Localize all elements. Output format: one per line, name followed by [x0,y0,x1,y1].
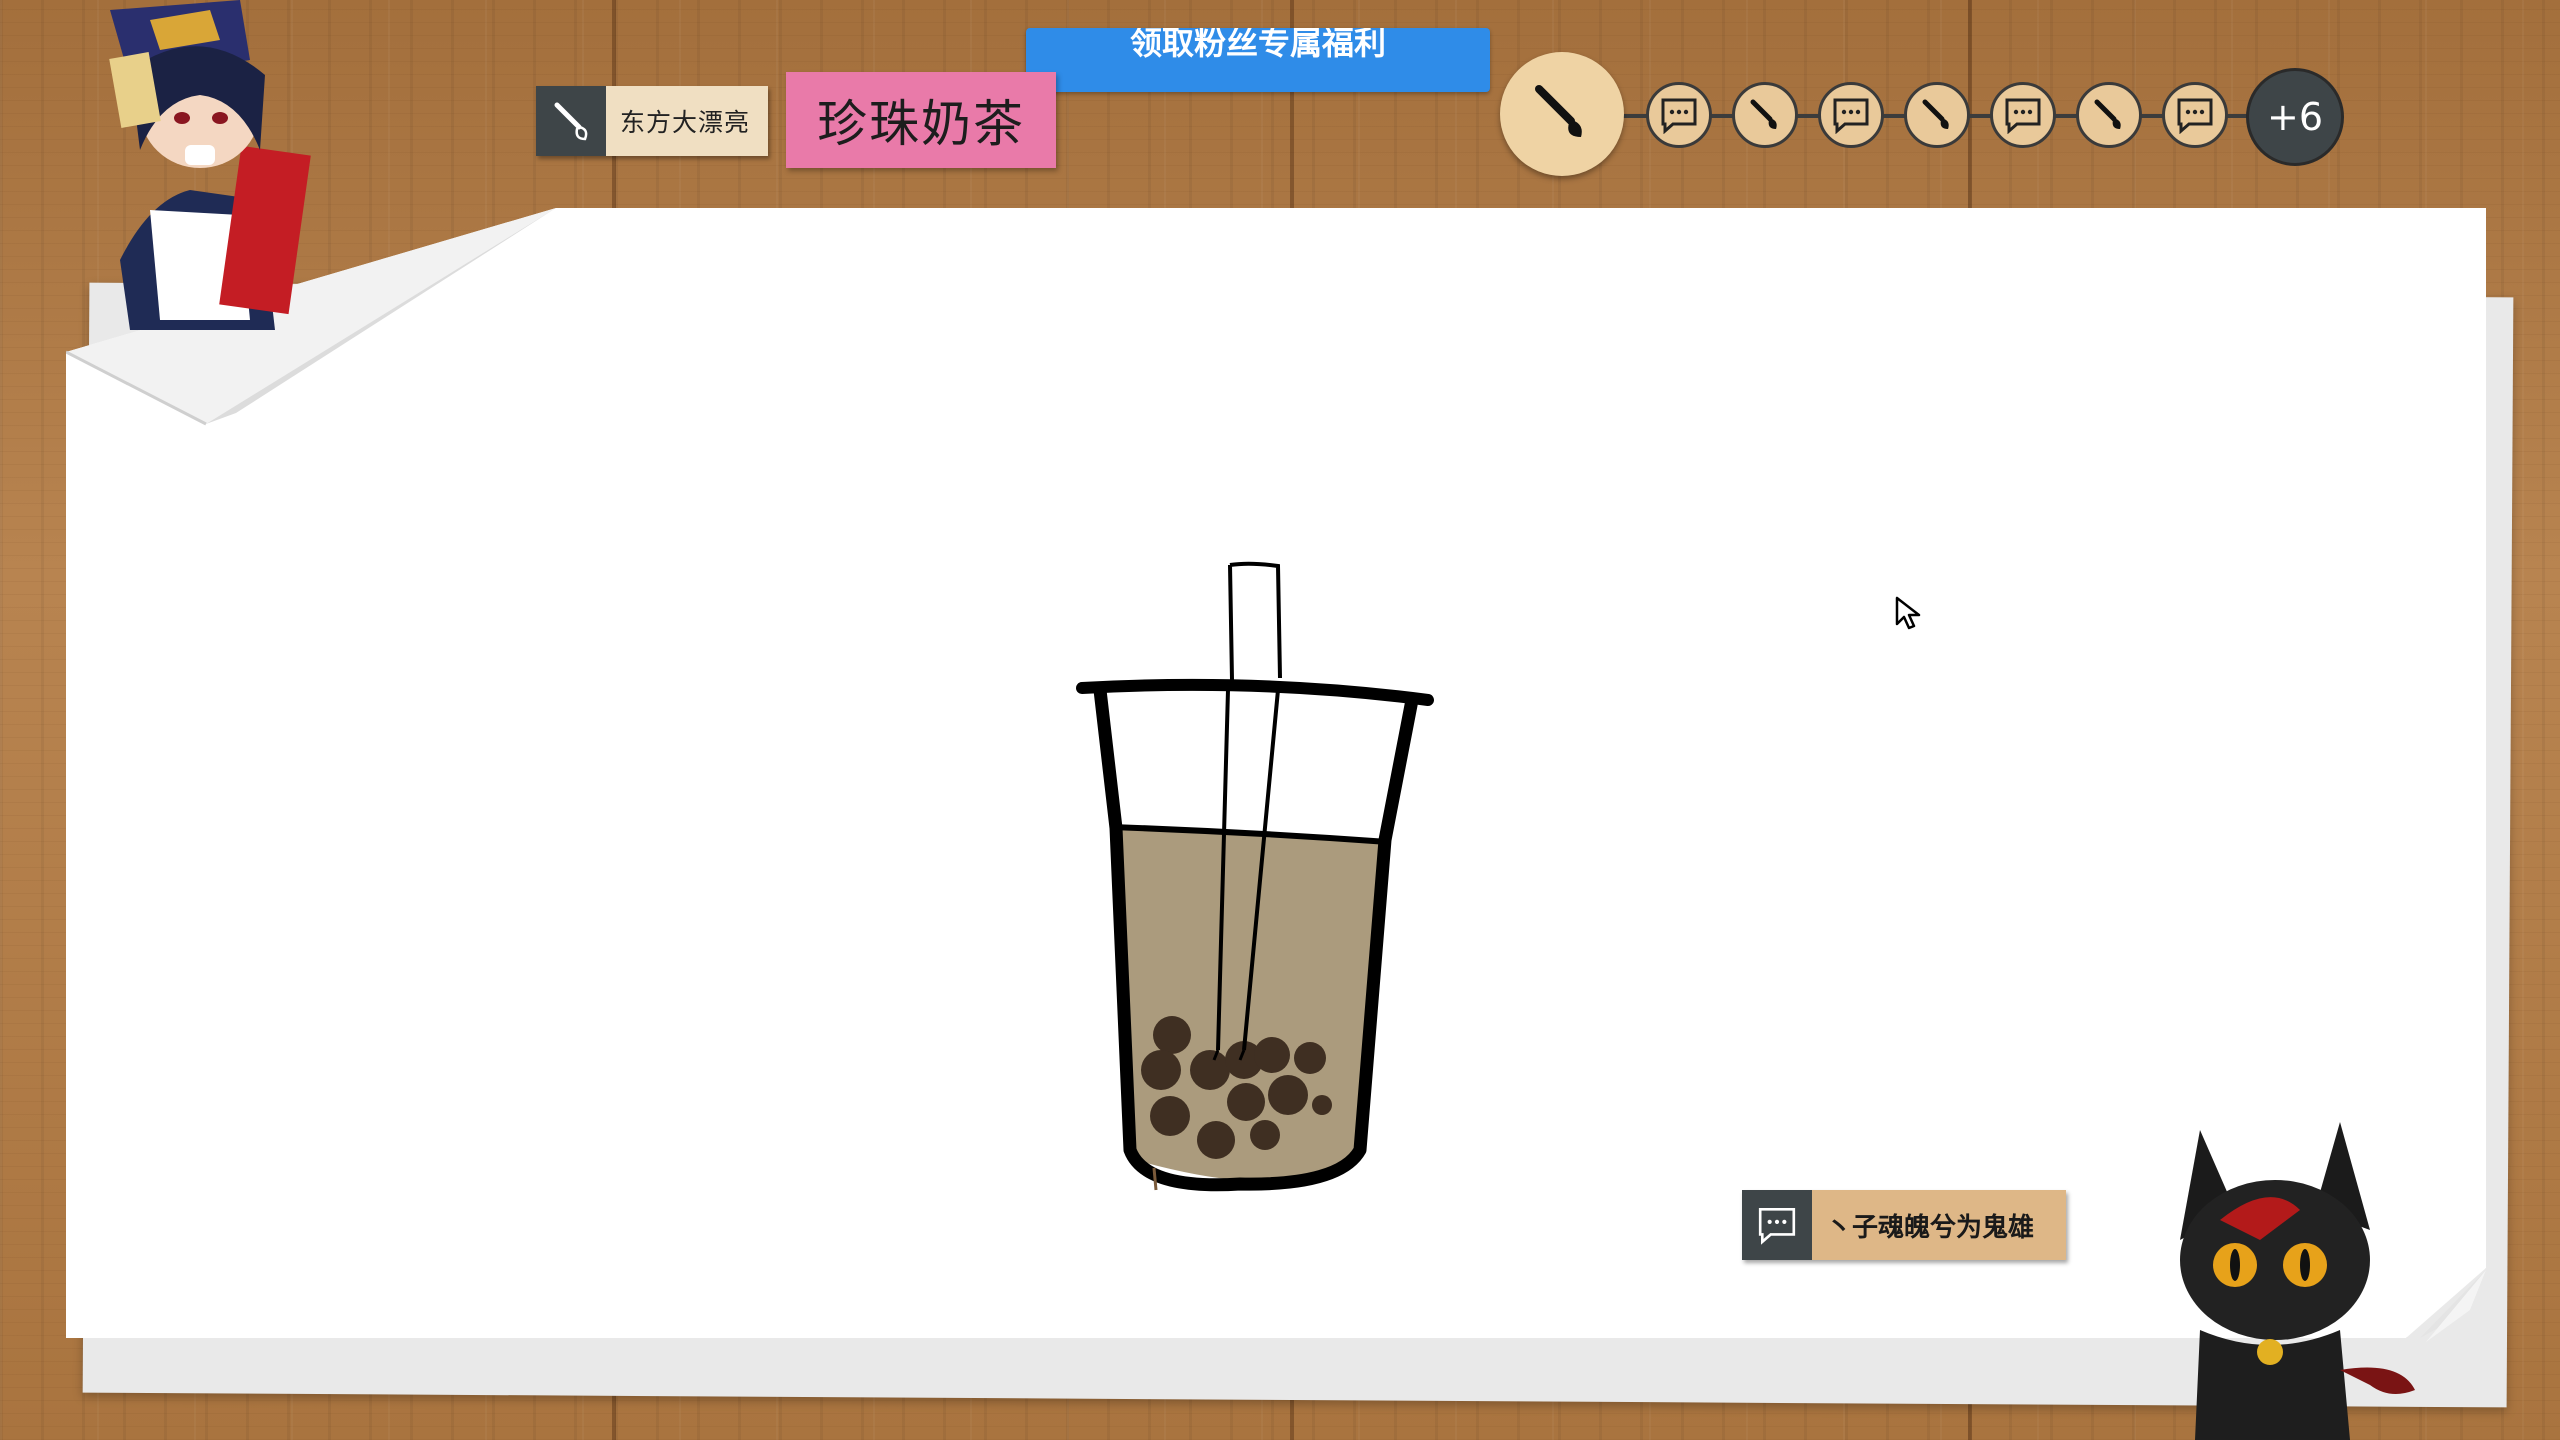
turn-token-brush [1732,82,1798,148]
turn-token-chat [2162,82,2228,148]
turn-token-chat [1818,82,1884,148]
answer-word-tag: 珍珠奶茶 [786,72,1056,168]
turn-token-brush [2076,82,2142,148]
chat-icon [1661,98,1697,134]
turn-token-brush [1904,82,1970,148]
more-players-button[interactable]: +6 [2246,68,2344,166]
brush-icon [2094,99,2121,129]
brush-icon [1750,99,1777,129]
black-cat-character [2180,1122,2415,1440]
chat-icon [1742,1190,1812,1260]
chat-message-text: 丶子魂魄兮为鬼雄 [1812,1190,2066,1260]
chat-message-bubble: 丶子魂魄兮为鬼雄 [1742,1190,2066,1260]
current-turn-brush-token [1500,52,1624,176]
chat-icon [1833,98,1869,134]
judge-character-avatar [109,0,311,330]
chat-icon [2005,98,2041,134]
brush-icon [536,86,606,156]
turn-token-chat [1990,82,2056,148]
brush-icon [1922,99,1949,129]
brush-icon [1535,85,1582,137]
current-artist-tag: 东方大漂亮 [536,86,768,156]
fan-benefits-banner[interactable]: 领取粉丝专属福利 [1026,28,1490,92]
bubble-tea-drawing [1076,561,1434,1192]
chat-icon [2177,98,2213,134]
mouse-cursor-icon [1895,596,1921,630]
fan-benefits-text: 领取粉丝专属福利 [1129,28,1386,62]
artist-name: 东方大漂亮 [606,86,768,156]
turn-token-chat [1646,82,1712,148]
